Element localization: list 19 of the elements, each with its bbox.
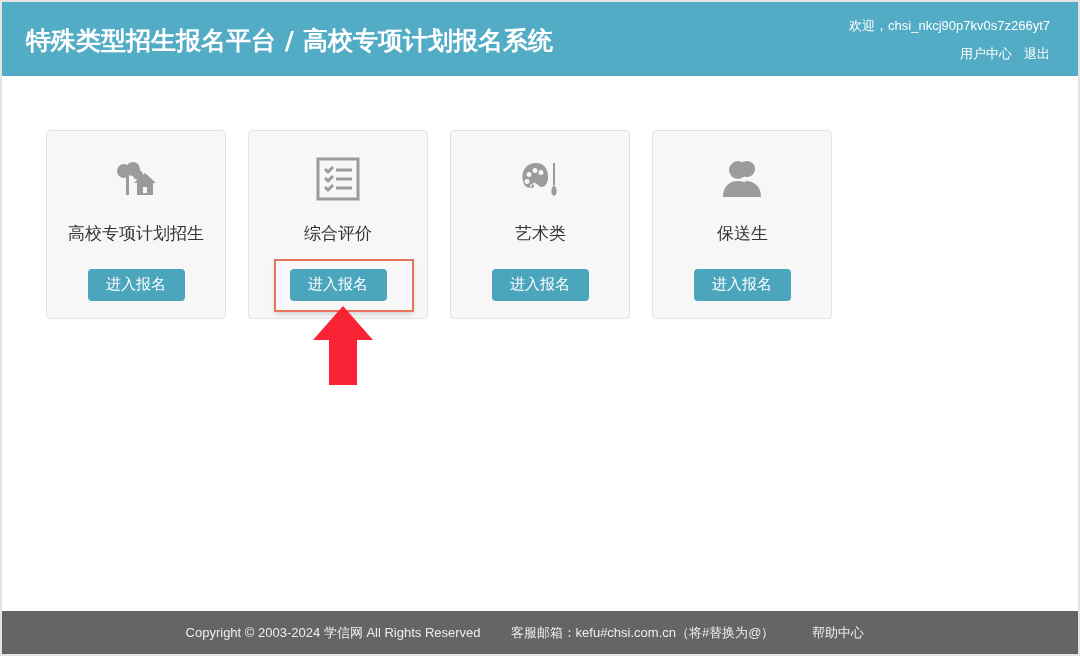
checklist-icon xyxy=(316,157,360,201)
card-title: 综合评价 xyxy=(304,223,372,245)
email-text: 客服邮箱：kefu#chsi.com.cn（将#替换为@） xyxy=(510,623,775,642)
copyright-text: Copyright © 2003-2024 学信网 All Rights Reserved xyxy=(185,623,481,642)
card-title: 高校专项计划招生 xyxy=(68,223,204,245)
card-title: 艺术类 xyxy=(514,223,566,245)
tree-house-icon xyxy=(114,161,158,197)
site-title: 特殊类型招生报名平台 / 高校专项计划报名系统 xyxy=(26,25,553,57)
arrow-icon xyxy=(313,306,373,385)
enroll-button[interactable]: 进入报名 xyxy=(693,268,791,301)
header-link[interactable]: 退出 xyxy=(1024,43,1050,63)
enroll-button[interactable]: 进入报名 xyxy=(289,268,387,301)
enroll-button[interactable]: 进入报名 xyxy=(87,268,185,301)
enroll-button[interactable]: 进入报名 xyxy=(491,268,589,301)
welcome-text: 欢迎，chsi_nkcj90p7kv0s7z266yt7 xyxy=(849,17,1050,35)
people-icon xyxy=(721,159,763,199)
help-link[interactable]: 帮助中心 xyxy=(812,622,865,643)
header-link[interactable]: 用户中心 xyxy=(960,43,1012,63)
card-title: 保送生 xyxy=(716,223,768,245)
